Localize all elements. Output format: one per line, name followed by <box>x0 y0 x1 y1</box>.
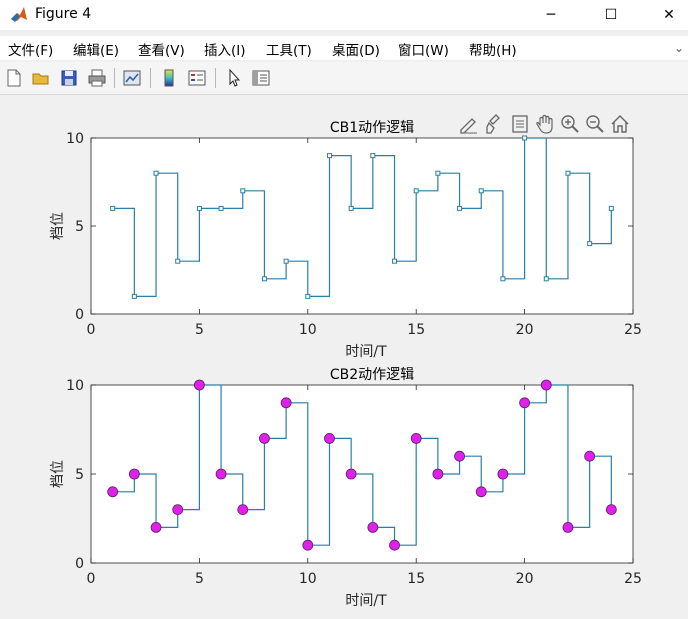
data-point <box>540 379 552 391</box>
data-point <box>196 205 202 211</box>
x-tick-label: 10 <box>299 322 317 338</box>
x-tick-label: 15 <box>407 571 425 587</box>
data-point <box>305 293 311 299</box>
y-tick-label: 10 <box>66 131 84 147</box>
chart-title: CB2动作逻辑 <box>330 367 414 383</box>
data-point <box>153 170 159 176</box>
data-point <box>259 432 270 444</box>
x-tick-label: 15 <box>407 322 425 338</box>
x-axis-label: 时间/T <box>345 593 387 609</box>
data-point <box>587 241 593 247</box>
y-tick-label: 5 <box>75 219 84 235</box>
y-tick-label: 0 <box>75 556 84 572</box>
data-point <box>280 397 292 409</box>
data-point <box>410 432 422 444</box>
data-point <box>240 188 246 194</box>
data-point <box>522 135 528 141</box>
data-point <box>562 522 574 533</box>
data-point <box>367 522 379 533</box>
data-point <box>150 522 162 533</box>
data-point <box>432 468 444 480</box>
plot-area <box>90 137 634 315</box>
data-point <box>413 188 419 194</box>
data-point <box>302 539 314 551</box>
data-point <box>326 153 332 159</box>
data-point <box>131 293 137 299</box>
data-point <box>608 205 614 211</box>
data-point <box>128 468 140 480</box>
data-point <box>457 205 463 211</box>
x-tick-label: 25 <box>624 571 642 587</box>
y-tick-label: 0 <box>75 307 84 323</box>
chart-2: 0 5 10 15 20 25 0 5 10 CB2动作逻辑时间/T 档位 <box>50 367 642 609</box>
data-point <box>454 450 465 462</box>
data-point <box>172 504 184 516</box>
data-point <box>565 170 571 176</box>
data-point <box>370 153 376 159</box>
data-point <box>283 258 289 264</box>
data-point <box>107 486 119 498</box>
x-tick-label: 0 <box>87 322 96 338</box>
x-tick-label: 25 <box>624 322 642 338</box>
x-tick-label: 0 <box>87 571 96 587</box>
x-tick-label: 5 <box>195 322 204 338</box>
x-tick-label: 10 <box>299 571 317 587</box>
data-point <box>500 276 506 282</box>
data-point <box>389 539 400 551</box>
data-point <box>215 468 227 480</box>
data-point <box>218 205 224 211</box>
data-point <box>478 188 484 194</box>
data-point <box>348 205 354 211</box>
y-tick-label: 5 <box>75 467 84 483</box>
data-point <box>497 468 509 480</box>
y-axis-label: 档位 <box>50 212 66 240</box>
y-axis-label: 档位 <box>50 460 66 488</box>
data-point <box>519 397 530 409</box>
x-tick-label: 20 <box>516 571 534 587</box>
data-point <box>475 486 487 498</box>
chart-title: CB1动作逻辑 <box>330 120 414 136</box>
data-point <box>584 450 596 462</box>
data-point <box>261 276 267 282</box>
x-tick-label: 5 <box>195 571 204 587</box>
charts-svg: 0 5 10 15 20 25 0 5 10 CB1动作逻辑时间/T 档位 0 5 10 15 20 25 0 5 1… <box>50 120 642 609</box>
x-tick-label: 20 <box>516 322 534 338</box>
y-tick-label: 10 <box>66 378 84 394</box>
data-point <box>110 205 116 211</box>
data-point <box>237 504 249 516</box>
data-point <box>345 468 357 480</box>
data-point <box>435 170 441 176</box>
data-point <box>605 504 617 516</box>
x-axis-label: 时间/T <box>345 344 387 360</box>
data-point <box>175 258 181 264</box>
data-point <box>324 432 335 444</box>
data-point <box>543 276 549 282</box>
data-point <box>392 258 398 264</box>
data-point <box>193 379 205 391</box>
chart-1: 0 5 10 15 20 25 0 5 10 CB1动作逻辑时间/T 档位 <box>50 120 642 360</box>
